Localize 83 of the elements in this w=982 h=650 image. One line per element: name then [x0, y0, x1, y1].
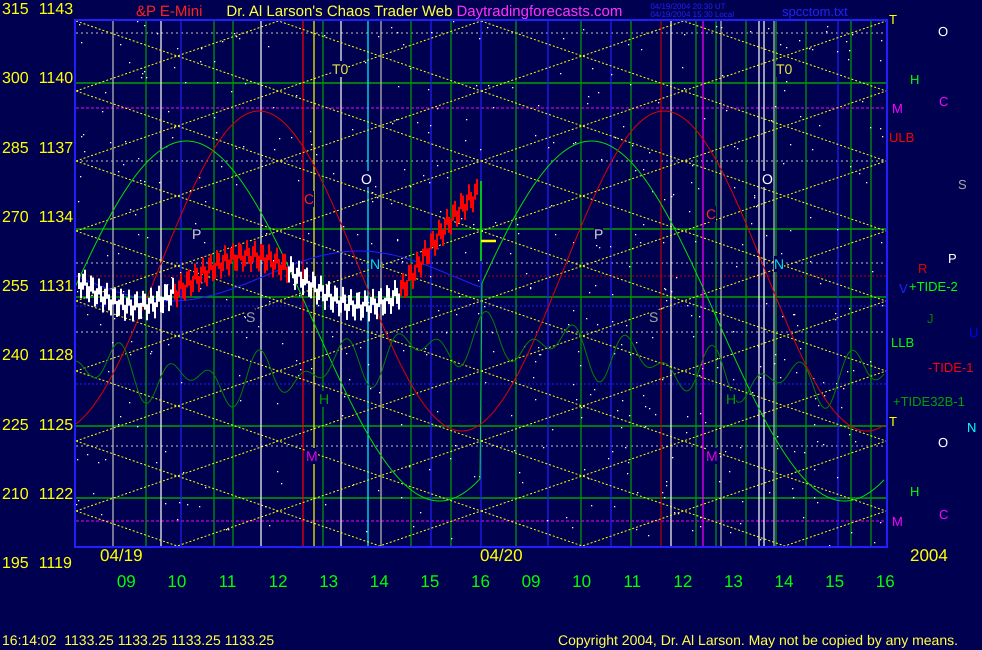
copyright-text: Copyright 2004, Dr. Al Larson. May not be copied by any means.: [558, 632, 958, 648]
hour-label: 10: [571, 572, 592, 592]
instrument-name: &P E-Mini: [136, 2, 202, 20]
legend-label: T: [889, 414, 897, 430]
hour-label: 15: [419, 572, 440, 592]
legend-label: S: [958, 177, 967, 193]
price-label: 1122: [38, 484, 74, 505]
chart-marker: C: [304, 191, 314, 207]
axis-label: 300: [2, 69, 29, 90]
legend-label: M: [892, 514, 903, 530]
hour-label: 12: [672, 572, 694, 592]
legend-label: N: [967, 420, 976, 436]
chart-title: Dr. Al Larson's Chaos Trader Web: [226, 2, 452, 20]
axis-label: 225: [2, 416, 29, 436]
legend-label: R: [918, 261, 928, 277]
hour-label: 14: [774, 572, 794, 592]
price-label: 1134: [38, 208, 74, 228]
legend-label: T: [889, 12, 897, 28]
hour-label: 16: [470, 572, 491, 592]
chart-marker: S: [649, 309, 658, 325]
legend-label: P: [948, 251, 957, 267]
price-label: 1119: [38, 554, 72, 574]
legend-label: +TIDE-2: [909, 279, 958, 295]
axis-label: 195: [2, 554, 29, 574]
hour-label: 15: [824, 572, 846, 592]
legend-label: ULB: [889, 130, 914, 146]
legend-label: J: [927, 311, 934, 327]
legend-label: +TIDE32B-1: [893, 394, 965, 410]
timestamp: 04/19/2004 15:30 Local: [650, 11, 734, 19]
hour-label: 13: [722, 572, 744, 592]
axis-label: 315: [2, 0, 29, 20]
price-label: 1137: [38, 138, 74, 158]
date-label: 04/19: [100, 548, 143, 564]
date-label: 2004: [910, 548, 948, 564]
chart-marker: P: [192, 226, 202, 242]
timestamp: 04/19/2004 20:30 UT: [650, 3, 727, 11]
price-label: 1131: [38, 277, 74, 297]
chart-marker: H: [319, 391, 330, 407]
axis-label: 270: [2, 208, 29, 228]
axis-label: 210: [2, 484, 29, 505]
legend-label: C: [939, 507, 948, 523]
chart-marker: H: [726, 391, 736, 407]
legend-label: H: [910, 484, 920, 500]
hour-label: 11: [622, 572, 642, 592]
hour-label: 13: [318, 572, 340, 592]
chart-marker: M: [306, 448, 318, 464]
chart-marker: M: [706, 448, 718, 464]
hour-label: 16: [874, 572, 896, 592]
chart-marker: T0: [776, 61, 792, 77]
chart-marker: N: [370, 256, 380, 272]
price-label: 1143: [38, 0, 74, 20]
date-label: 04/20: [480, 548, 523, 564]
chart-marker: C: [706, 206, 716, 222]
hour-label: 12: [268, 572, 289, 592]
legend-label: C: [939, 94, 948, 110]
legend-label: -TIDE-1: [928, 360, 974, 376]
legend-label: O: [938, 435, 948, 451]
chart-marker: N: [774, 256, 784, 272]
price-label: 1125: [38, 416, 74, 436]
chart-marker: T0: [332, 61, 348, 77]
legend-label: M: [892, 101, 903, 117]
price-label: 1140: [38, 69, 74, 90]
legend-label: H: [910, 72, 920, 88]
chart-marker: O: [361, 171, 372, 187]
chart-marker: O: [762, 171, 773, 187]
legend-label: O: [938, 24, 948, 40]
hour-label: 11: [218, 572, 238, 592]
site-name: Daytradingforecasts.com: [456, 2, 622, 20]
legend-label: U: [969, 325, 978, 341]
legend-label: V: [899, 281, 908, 297]
quote-values: 16:14:02 1133.25 1133.25 1133.25 1133.25: [2, 632, 274, 648]
hour-label: 09: [520, 572, 542, 592]
hour-label: 10: [166, 572, 188, 592]
file-name: spcctom.txt: [782, 4, 848, 18]
axis-label: 240: [2, 346, 29, 366]
axis-label: 285: [2, 138, 29, 158]
axis-label: 255: [2, 277, 29, 297]
chart-marker: S: [246, 309, 256, 325]
price-label: 1128: [38, 346, 74, 366]
hour-label: 14: [368, 572, 390, 592]
hour-label: 09: [116, 572, 137, 592]
chart-marker: P: [594, 226, 604, 242]
legend-label: LLB: [891, 335, 914, 351]
